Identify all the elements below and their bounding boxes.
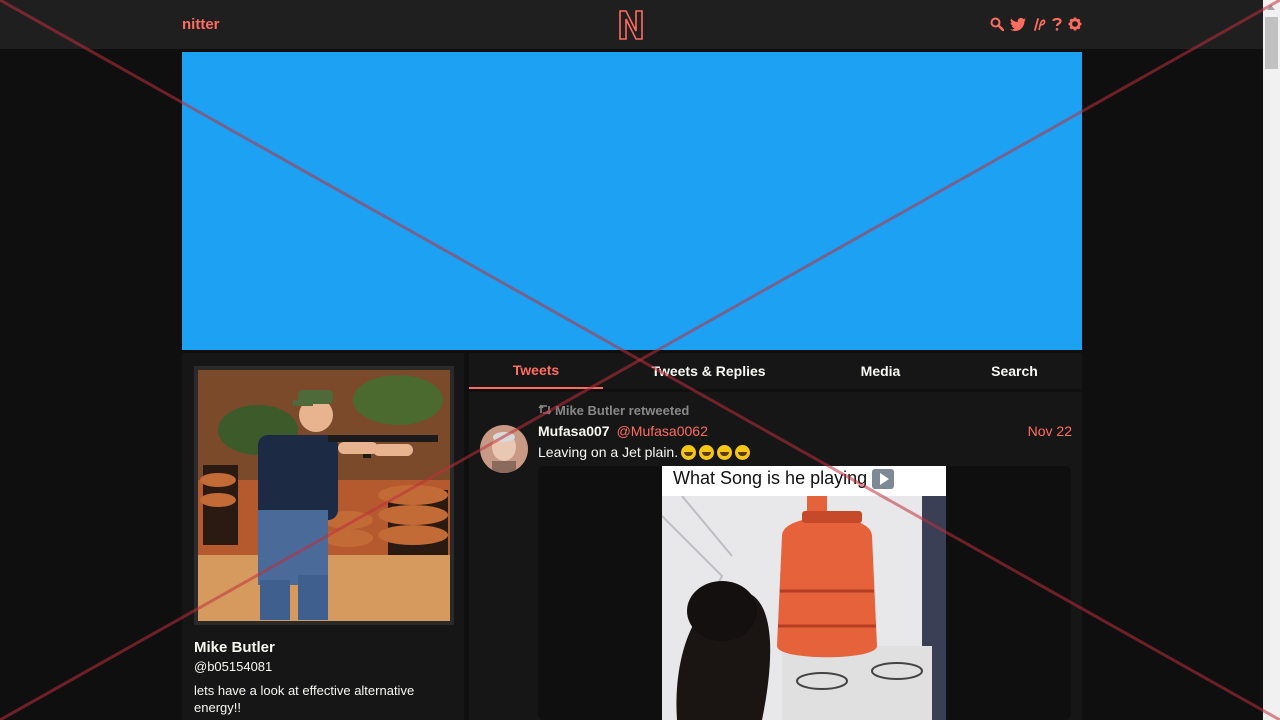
- profile-bio: lets have a look at effective alternativ…: [194, 683, 415, 715]
- rofl-emoji-icon: [699, 444, 715, 460]
- tweet-date[interactable]: Nov 22: [1028, 423, 1072, 439]
- media-caption: What Song is he playing: [673, 468, 895, 489]
- rofl-emoji-icon: [681, 444, 697, 460]
- scroll-up-arrow-icon[interactable]: [1267, 5, 1275, 10]
- brand-link[interactable]: nitter: [182, 16, 220, 33]
- retweet-header-text[interactable]: Mike Butler retweeted: [555, 403, 689, 418]
- profile-avatar[interactable]: [194, 366, 454, 625]
- tab-tweets-and-replies[interactable]: Tweets & Replies: [603, 353, 814, 389]
- nitter-logo-icon[interactable]: [617, 9, 645, 41]
- tweet-header: Mufasa007 @Mufasa0062 Nov 22: [538, 423, 1072, 439]
- twitter-bird-icon[interactable]: [1010, 15, 1026, 33]
- tweet-media-image[interactable]: What Song is he playing: [662, 466, 946, 720]
- retweet-icon: [538, 403, 552, 418]
- tweet-username[interactable]: @Mufasa0062: [617, 423, 708, 439]
- retweet-header: Mike Butler retweeted: [538, 403, 689, 418]
- play-button-icon: [872, 468, 895, 489]
- rofl-emoji-icon: [735, 444, 751, 460]
- top-navbar: nitter: [0, 0, 1263, 50]
- search-icon[interactable]: [990, 15, 1004, 33]
- timeline-tabs: Tweets Tweets & Replies Media Search: [469, 353, 1082, 389]
- profile-avatar-image: [198, 370, 450, 621]
- help-icon[interactable]: [1052, 15, 1062, 33]
- nav-icons: [990, 15, 1082, 33]
- tweet-fullname[interactable]: Mufasa007: [538, 423, 610, 439]
- tweet-media: What Song is he playing: [538, 466, 1071, 720]
- profile-username[interactable]: @b05154081: [194, 659, 272, 674]
- profile-banner[interactable]: [182, 52, 1082, 350]
- media-caption-text: What Song is he playing: [673, 468, 868, 488]
- gear-icon[interactable]: [1068, 15, 1082, 33]
- profile-fullname[interactable]: Mike Butler: [194, 639, 275, 656]
- tweet-content: Leaving on a Jet plain.: [538, 444, 751, 460]
- timeline: Mike Butler retweeted Mufasa007 @Mufasa0…: [469, 392, 1082, 720]
- rofl-emoji-icon: [717, 444, 733, 460]
- tweet-avatar[interactable]: [480, 425, 528, 473]
- tab-media[interactable]: Media: [814, 353, 947, 389]
- tab-search[interactable]: Search: [947, 353, 1082, 389]
- tweet-text: Leaving on a Jet plain.: [538, 444, 679, 460]
- tab-tweets[interactable]: Tweets: [469, 353, 603, 389]
- profile-card: Mike Butler @b05154081 lets have a look …: [182, 353, 464, 720]
- scrollbar-thumb[interactable]: [1265, 17, 1278, 69]
- rss-icon[interactable]: [1032, 15, 1046, 33]
- scrollbar[interactable]: [1263, 0, 1280, 720]
